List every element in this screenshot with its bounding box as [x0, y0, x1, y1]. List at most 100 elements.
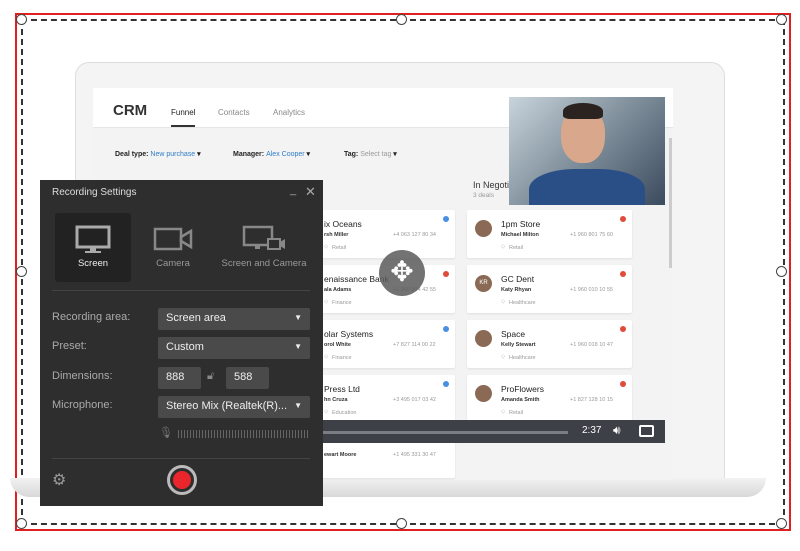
resize-handle-l[interactable] — [16, 266, 27, 277]
record-icon — [173, 471, 191, 489]
preset-select[interactable]: Custom ▼ — [158, 337, 310, 359]
avatar — [475, 330, 492, 347]
hair — [563, 103, 603, 119]
tag-icon: ⬦ — [501, 299, 506, 305]
height-input[interactable]: 588 — [226, 367, 269, 389]
record-button[interactable] — [167, 465, 197, 495]
resize-handle-tr[interactable] — [776, 14, 787, 25]
recording-settings-panel: Recording Settings _ ✕ Screen Camera Scr… — [40, 180, 323, 506]
volume-icon[interactable]: 🔊︎ — [613, 423, 621, 438]
tag-icon: ⬦ — [324, 409, 329, 415]
recording-area-label: Recording area: — [52, 311, 131, 323]
column-count: 3 deals — [473, 192, 494, 199]
video-progress[interactable] — [323, 431, 568, 434]
column-title: In Negoti — [473, 180, 510, 190]
contact-phone: +1 960 018 10 47 — [570, 342, 613, 348]
contact-name: rsh Miller — [324, 232, 349, 238]
status-dot — [620, 326, 626, 332]
microphone-select[interactable]: Stereo Mix (Realtek(R)... ▼ — [158, 396, 310, 418]
tab-funnel[interactable]: Funnel — [171, 108, 196, 127]
mode-screen-and-camera[interactable]: Screen and Camera — [218, 213, 310, 282]
avatar: KR — [475, 275, 492, 292]
resize-handle-br[interactable] — [776, 518, 787, 529]
status-dot — [443, 326, 449, 332]
deal-tag: Finance — [332, 355, 352, 361]
webcam-overlay[interactable] — [509, 97, 665, 205]
tab-contacts[interactable]: Contacts — [218, 108, 250, 117]
deal-card[interactable]: ProFlowers Amanda Smith +1 827 128 10 15… — [467, 375, 632, 423]
deal-tag: Healthcare — [509, 355, 536, 361]
status-dot — [443, 381, 449, 387]
contact-phone: +1 827 128 10 15 — [570, 397, 613, 403]
scrollbar[interactable] — [669, 138, 672, 268]
deal-card[interactable]: Space Kelly Stewart +1 960 018 10 47 ⬦ Hea… — [467, 320, 632, 368]
company-name: 1pm Store — [501, 219, 541, 229]
tag-icon: ⬦ — [324, 354, 329, 360]
avatar — [475, 220, 492, 237]
tag-filter[interactable]: Tag: Select tag ▾ — [344, 150, 397, 158]
deal-type-filter[interactable]: Deal type: New purchase ▾ — [115, 150, 201, 158]
contact-name: orol White — [324, 342, 351, 348]
tag-placeholder: Select tag — [360, 151, 392, 158]
contact-name: Kelly Stewart — [501, 342, 536, 348]
status-dot — [620, 381, 626, 387]
minimize-button[interactable]: _ — [290, 184, 296, 196]
move-icon[interactable]: ✥ — [379, 250, 425, 296]
manager-filter[interactable]: Manager: Alex Cooper ▾ — [233, 150, 310, 158]
deal-card[interactable]: 1pm Store Michael Milton +1 960 801 75 6… — [467, 210, 632, 258]
deal-tag: Finance — [332, 300, 352, 306]
company-name: olar Systems — [324, 329, 374, 339]
resize-handle-b[interactable] — [396, 518, 407, 529]
deal-card[interactable]: KR GC Dent Katy Rhyan +1 960 010 10 55 ⬦ He… — [467, 265, 632, 313]
tag-icon: ⬦ — [324, 299, 329, 305]
microphone-label: Microphone: — [52, 399, 113, 411]
manager-value: Alex Cooper — [266, 151, 305, 158]
tab-analytics[interactable]: Analytics — [273, 108, 305, 117]
video-time: 2:37 — [582, 425, 602, 436]
contact-phone: +1 960 801 75 60 — [570, 232, 613, 238]
contact-name: Amanda Smith — [501, 397, 540, 403]
panel-title: Recording Settings — [52, 187, 137, 198]
tag-icon: ⬦ — [501, 354, 506, 360]
mode-screen[interactable]: Screen — [55, 213, 131, 282]
resize-handle-tl[interactable] — [16, 14, 27, 25]
width-input[interactable]: 888 — [158, 367, 201, 389]
contact-phone: +1 495 331 30 47 — [393, 452, 436, 458]
gear-icon[interactable]: ⚙ — [52, 470, 66, 490]
resize-handle-bl[interactable] — [16, 518, 27, 529]
status-dot — [443, 271, 449, 277]
company-name: ProFlowers — [501, 384, 544, 394]
camera-icon — [153, 227, 193, 251]
mode-screen-label: Screen — [77, 258, 109, 269]
deal-tag: Healthcare — [509, 300, 536, 306]
close-button[interactable]: ✕ — [305, 184, 316, 200]
deal-tag: Retail — [509, 410, 524, 416]
preset-label: Preset: — [52, 340, 87, 352]
contact-phone: +4 063 127 80 34 — [393, 232, 436, 238]
dropdown-arrow-icon: ▼ — [294, 342, 302, 351]
tag-icon: ⬦ — [501, 244, 506, 250]
company-name: GC Dent — [501, 274, 535, 284]
deal-tag: Education — [332, 410, 357, 416]
recording-area-value: Screen area — [166, 312, 226, 324]
contact-phone: +7 827 114 00 22 — [393, 342, 436, 348]
contact-name: Katy Rhyan — [501, 287, 532, 293]
recording-area-select[interactable]: Screen area ▼ — [158, 308, 310, 330]
resize-handle-t[interactable] — [396, 14, 407, 25]
mode-screen-and-camera-label: Screen and Camera — [221, 258, 307, 269]
mode-camera[interactable]: Camera — [140, 213, 206, 282]
dropdown-arrow-icon: ▼ — [294, 313, 302, 322]
microphone-icon: 🎙︎ — [159, 427, 173, 439]
mode-camera-label: Camera — [156, 258, 190, 269]
deal-type-value: New purchase — [150, 151, 196, 158]
microphone-value: Stereo Mix (Realtek(R)... — [166, 400, 288, 412]
fullscreen-icon[interactable] — [639, 425, 654, 437]
deal-type-label: Deal type: — [115, 151, 149, 158]
dropdown-arrow-icon: ▼ — [294, 401, 302, 410]
resize-handle-r[interactable] — [776, 266, 787, 277]
lock-icon[interactable]: 🔓︎ — [207, 370, 214, 383]
monitor-camera-icon — [242, 225, 285, 250]
tag-label: Tag: — [344, 151, 359, 158]
manager-label: Manager: — [233, 151, 265, 158]
video-controls: 2:37 🔊︎ — [323, 420, 665, 443]
